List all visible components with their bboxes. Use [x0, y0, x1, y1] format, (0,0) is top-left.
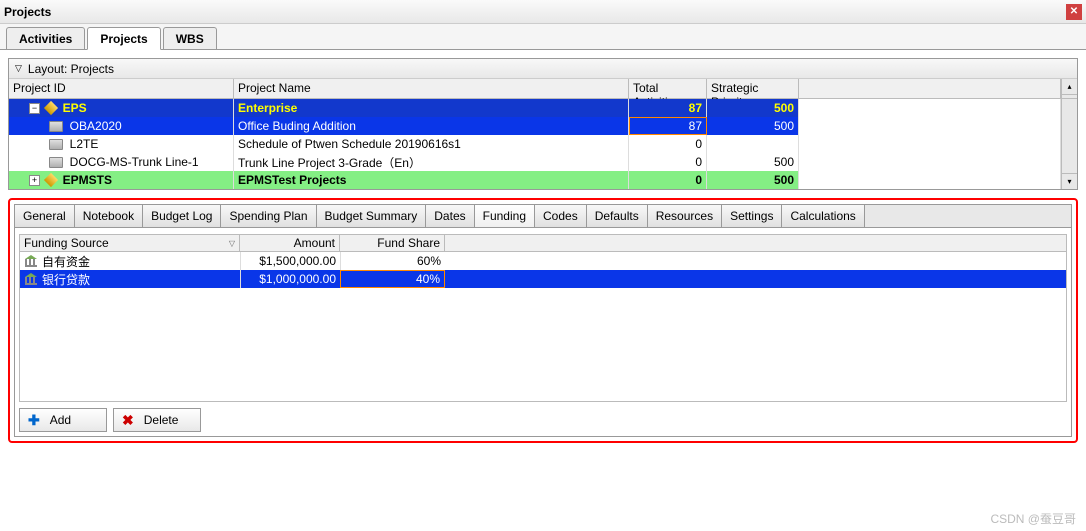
col-total-activities[interactable]: Total Activities: [629, 79, 707, 98]
funding-row[interactable]: 自有资金 $1,500,000.00 60%: [20, 252, 1066, 270]
watermark: CSDN @蚕豆哥: [990, 510, 1076, 527]
col-amount[interactable]: Amount: [240, 235, 340, 251]
table-row[interactable]: DOCG-MS-Trunk Line-1 Trunk Line Project …: [9, 153, 1061, 171]
detail-tabs: GeneralNotebookBudget LogSpending PlanBu…: [14, 204, 1072, 228]
col-funding-source[interactable]: Funding Source▽: [20, 235, 240, 251]
row-epmsts[interactable]: + EPMSTS EPMSTest Projects 0 500: [9, 171, 1061, 189]
grid-header: Project ID Project Name Total Activities…: [9, 79, 1077, 99]
funding-panel: Funding Source▽ Amount Fund Share 自有资金 $…: [14, 228, 1072, 437]
detail-panel-highlighted: GeneralNotebookBudget LogSpending PlanBu…: [8, 198, 1078, 443]
collapse-icon[interactable]: −: [29, 103, 40, 114]
detail-tab-dates[interactable]: Dates: [426, 205, 474, 227]
grid-body: − EPS Enterprise 87 500 OBA2020 Office B…: [9, 99, 1061, 189]
main-tabs: Activities Projects WBS: [0, 24, 1086, 50]
funding-icon: [24, 255, 38, 267]
eps-icon: [44, 101, 58, 115]
tab-projects[interactable]: Projects: [87, 27, 160, 50]
detail-tab-spending-plan[interactable]: Spending Plan: [221, 205, 316, 227]
detail-tab-resources[interactable]: Resources: [648, 205, 722, 227]
col-fund-share[interactable]: Fund Share: [340, 235, 445, 251]
col-project-name[interactable]: Project Name: [234, 79, 629, 98]
scroll-down-icon[interactable]: ▾: [1062, 173, 1077, 189]
detail-tab-calculations[interactable]: Calculations: [782, 205, 864, 227]
projects-grid-panel: ▽ Layout: Projects Project ID Project Na…: [8, 58, 1078, 190]
folder-icon: [49, 121, 63, 132]
table-row[interactable]: L2TE Schedule of Ptwen Schedule 20190616…: [9, 135, 1061, 153]
close-button[interactable]: ✕: [1066, 4, 1082, 20]
detail-tab-codes[interactable]: Codes: [535, 205, 587, 227]
tab-wbs[interactable]: WBS: [163, 27, 217, 49]
detail-tab-budget-summary[interactable]: Budget Summary: [317, 205, 427, 227]
detail-tab-defaults[interactable]: Defaults: [587, 205, 648, 227]
grid-scrollbar-head: ▴: [1061, 79, 1077, 98]
tab-activities[interactable]: Activities: [6, 27, 85, 49]
window-title: Projects: [4, 5, 1066, 19]
col-strategic-priority[interactable]: Strategic Priority: [707, 79, 799, 98]
folder-icon: [49, 139, 63, 150]
detail-tab-budget-log[interactable]: Budget Log: [143, 205, 221, 227]
funding-row-selected[interactable]: 银行贷款 $1,000,000.00 40%: [20, 270, 1066, 288]
button-bar: ✚Add ✖Delete: [19, 408, 1067, 432]
layout-bar[interactable]: ▽ Layout: Projects: [9, 59, 1077, 79]
title-bar: Projects ✕: [0, 0, 1086, 24]
add-button[interactable]: ✚Add: [19, 408, 107, 432]
scroll-up-icon[interactable]: ▴: [1062, 79, 1077, 95]
col-project-id[interactable]: Project ID: [9, 79, 234, 98]
row-eps[interactable]: − EPS Enterprise 87 500: [9, 99, 1061, 117]
funding-grid-body: 自有资金 $1,500,000.00 60% 银行贷款 $1,000,000.0…: [19, 252, 1067, 402]
row-selected[interactable]: OBA2020 Office Buding Addition 87 500: [9, 117, 1061, 135]
detail-tab-settings[interactable]: Settings: [722, 205, 782, 227]
eps-icon: [44, 173, 58, 187]
folder-icon: [49, 157, 63, 168]
delete-button[interactable]: ✖Delete: [113, 408, 201, 432]
detail-tab-funding[interactable]: Funding: [475, 205, 535, 227]
detail-tab-notebook[interactable]: Notebook: [75, 205, 143, 227]
detail-tab-general[interactable]: General: [15, 205, 75, 227]
layout-chevron-icon: ▽: [15, 63, 22, 74]
layout-label: Layout: Projects: [28, 62, 114, 76]
col-spacer: [799, 79, 1061, 98]
grid-scrollbar[interactable]: ▾: [1061, 99, 1077, 189]
x-icon: ✖: [122, 412, 134, 429]
funding-icon: [24, 273, 38, 285]
plus-icon: ✚: [28, 412, 40, 429]
expand-icon[interactable]: +: [29, 175, 40, 186]
funding-grid-header: Funding Source▽ Amount Fund Share: [19, 234, 1067, 252]
sort-icon: ▽: [229, 239, 235, 248]
